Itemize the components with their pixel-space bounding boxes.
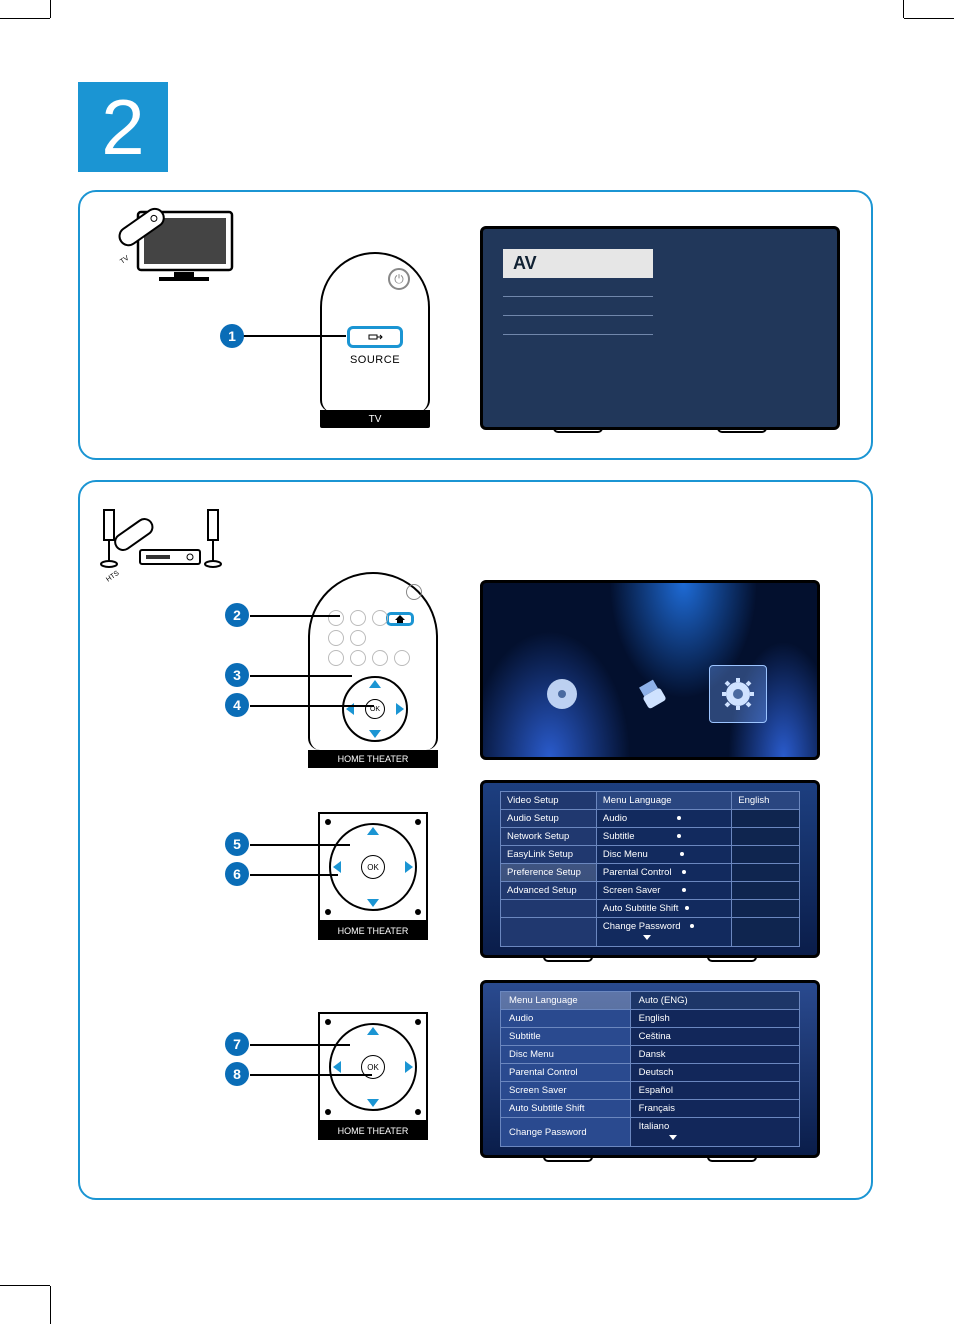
callout-4: 4: [225, 693, 249, 717]
language-menu-screen: Menu LanguageAuto (ENG) AudioEnglish Sub…: [480, 980, 820, 1158]
menu-mid-item[interactable]: Auto Subtitle Shift: [596, 900, 731, 918]
svg-text:HTS: HTS: [105, 570, 121, 584]
dpad-up-icon: [367, 827, 379, 835]
dpad[interactable]: OK: [342, 676, 408, 742]
menu-value: English: [732, 792, 800, 810]
dpad-left-icon: [333, 1061, 341, 1073]
dpad-down-icon: [369, 730, 381, 738]
tv-screen: AV: [480, 226, 840, 430]
menu-value[interactable]: Dansk: [630, 1046, 799, 1064]
menu-left-item[interactable]: Network Setup: [501, 828, 597, 846]
menu-value[interactable]: Italiano: [630, 1118, 799, 1147]
menu-mid-item[interactable]: Subtitle: [596, 828, 731, 846]
dpad-closeup-1: OK HOME THEATER: [318, 812, 428, 940]
scroll-down-icon: [643, 935, 651, 940]
remote-device-label: HOME THEATER: [318, 922, 428, 940]
source-icon: [367, 331, 383, 343]
dpad-right-icon: [405, 1061, 413, 1073]
dpad-up-icon: [369, 680, 381, 688]
setup-menu-table: Video Setup Menu Language English Audio …: [500, 791, 800, 947]
power-icon: ⏻: [388, 268, 410, 290]
source-button[interactable]: [347, 326, 403, 348]
dpad[interactable]: OK: [329, 823, 417, 911]
tv-with-remote-illustration: TV: [104, 206, 234, 296]
home-theater-illustration: HTS: [98, 500, 258, 590]
scroll-down-icon: [669, 1135, 677, 1140]
menu-left-item[interactable]: Audio: [501, 1010, 631, 1028]
remote-device-label: HOME THEATER: [308, 750, 438, 768]
source-menu-selected: AV: [503, 249, 653, 278]
home-theater-remote: OK HOME THEATER: [308, 572, 438, 772]
menu-mid-item[interactable]: Disc Menu: [596, 846, 731, 864]
dpad-left-icon: [333, 861, 341, 873]
dpad-down-icon: [367, 899, 379, 907]
tv-remote-illustration: ⏻ SOURCE TV: [320, 252, 430, 442]
step-number-badge: 2: [78, 82, 168, 172]
dpad-closeup-2: OK HOME THEATER: [318, 1012, 428, 1140]
menu-left-item[interactable]: Advanced Setup: [501, 882, 597, 900]
home-button[interactable]: [386, 612, 414, 626]
menu-mid-item[interactable]: Screen Saver: [596, 882, 731, 900]
menu-value[interactable]: Español: [630, 1082, 799, 1100]
menu-left-item[interactable]: Subtitle: [501, 1028, 631, 1046]
menu-left-item[interactable]: EasyLink Setup: [501, 846, 597, 864]
menu-value[interactable]: Français: [630, 1100, 799, 1118]
panel-tv-source: TV ⏻ SOURCE TV 1 AV: [78, 190, 873, 460]
power-icon: [406, 584, 422, 600]
remote-device-label: TV: [320, 410, 430, 428]
dpad-up-icon: [367, 1027, 379, 1035]
callout-8: 8: [225, 1062, 249, 1086]
menu-left-item-selected[interactable]: Menu Language: [501, 992, 631, 1010]
callout-leader: [238, 335, 346, 337]
menu-value[interactable]: Ceština: [630, 1028, 799, 1046]
source-button-label: SOURCE: [350, 354, 400, 366]
usb-icon: [623, 665, 681, 723]
callout-7: 7: [225, 1032, 249, 1056]
dpad-right-icon: [396, 703, 404, 715]
ok-button[interactable]: OK: [361, 855, 385, 879]
menu-left-item[interactable]: Disc Menu: [501, 1046, 631, 1064]
menu-value[interactable]: Deutsch: [630, 1064, 799, 1082]
callout-6: 6: [225, 862, 249, 886]
menu-left-item[interactable]: Change Password: [501, 1118, 631, 1147]
menu-left-item[interactable]: Parental Control: [501, 1064, 631, 1082]
setup-menu-screen: Video Setup Menu Language English Audio …: [480, 780, 820, 958]
menu-left-item-selected[interactable]: Preference Setup: [501, 864, 597, 882]
menu-value-selected[interactable]: Auto (ENG): [630, 992, 799, 1010]
menu-left-item[interactable]: Screen Saver: [501, 1082, 631, 1100]
home-icon: [395, 615, 405, 623]
menu-mid-item[interactable]: Audio: [596, 810, 731, 828]
callout-3: 3: [225, 663, 249, 687]
menu-left-item[interactable]: Audio Setup: [501, 810, 597, 828]
home-menu-screen: [480, 580, 820, 760]
menu-left-item[interactable]: Auto Subtitle Shift: [501, 1100, 631, 1118]
callout-1: 1: [220, 324, 244, 348]
menu-mid-item[interactable]: Change Password: [596, 918, 731, 947]
language-menu-table: Menu LanguageAuto (ENG) AudioEnglish Sub…: [500, 991, 800, 1147]
dpad-right-icon: [405, 861, 413, 873]
settings-icon[interactable]: [709, 665, 767, 723]
menu-mid-item[interactable]: Menu Language: [596, 792, 731, 810]
dpad-down-icon: [367, 1099, 379, 1107]
menu-value[interactable]: English: [630, 1010, 799, 1028]
callout-5: 5: [225, 832, 249, 856]
menu-mid-item[interactable]: Parental Control: [596, 864, 731, 882]
source-menu: AV: [503, 249, 653, 335]
dpad[interactable]: OK: [329, 1023, 417, 1111]
ok-button[interactable]: OK: [365, 699, 385, 719]
menu-left-item[interactable]: Video Setup: [501, 792, 597, 810]
disc-icon: [533, 665, 591, 723]
remote-device-label: HOME THEATER: [318, 1122, 428, 1140]
panel-home-theater-menu: HTS OK HOME THEATER 2 3 4: [78, 480, 873, 1200]
callout-2: 2: [225, 603, 249, 627]
svg-text:TV: TV: [119, 255, 131, 266]
